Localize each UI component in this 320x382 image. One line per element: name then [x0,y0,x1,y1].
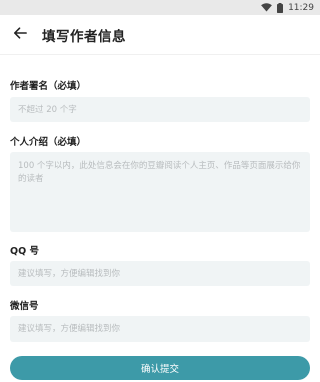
back-button[interactable] [2,15,38,55]
wechat-label: 微信号 [10,301,39,312]
wifi-icon [261,3,272,12]
status-time: 11:29 [288,2,314,13]
bio-textarea[interactable] [10,152,310,232]
qq-input[interactable] [10,261,310,286]
qq-label: QQ 号 [10,246,39,257]
status-bar: 11:29 [0,0,320,15]
bio-label: 个人介绍（必填） [10,137,87,148]
battery-icon [277,2,284,13]
pen-name-label: 作者署名（必填） [10,81,87,92]
app-bar: 填写作者信息 [0,15,320,55]
submit-button[interactable]: 确认提交 [10,356,310,380]
wechat-input[interactable] [10,316,310,342]
page-title: 填写作者信息 [42,28,126,45]
arrow-left-icon [13,25,27,44]
pen-name-input[interactable] [10,97,310,122]
